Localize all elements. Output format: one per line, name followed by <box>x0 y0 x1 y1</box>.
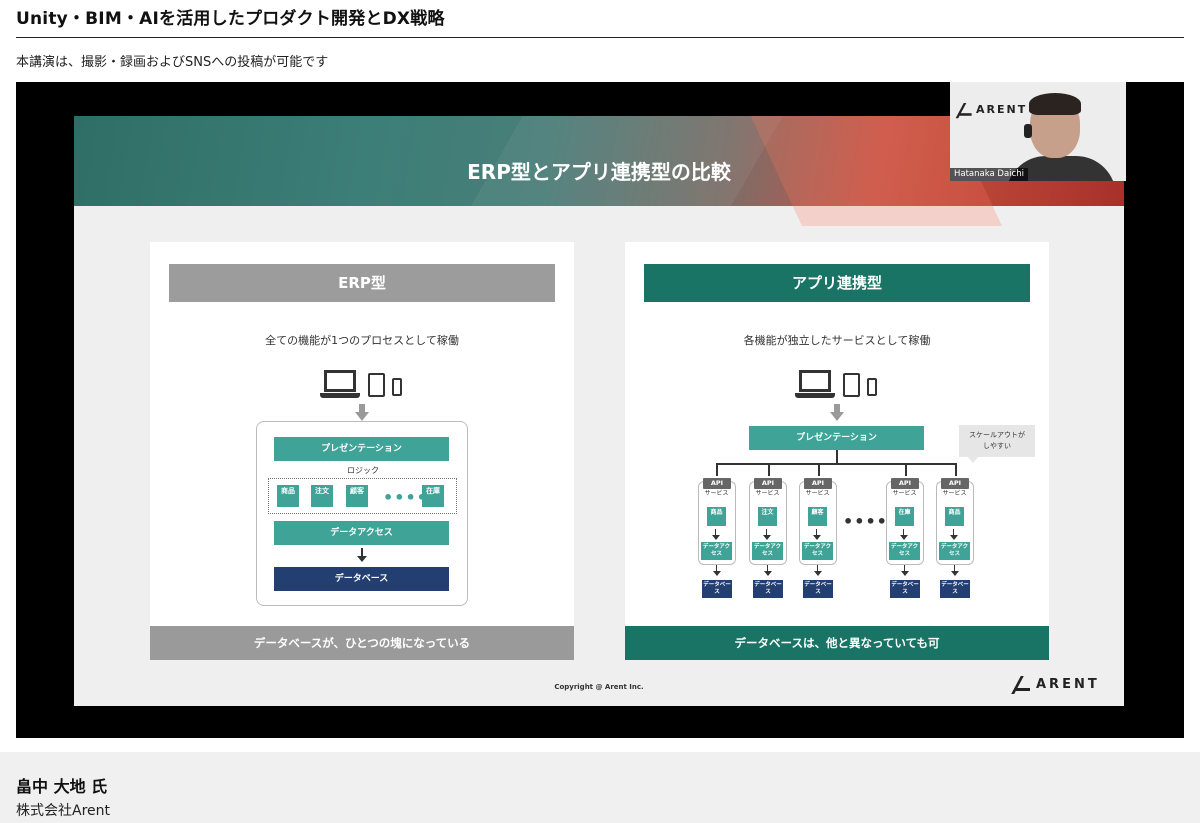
service-label: サービス <box>805 490 830 497</box>
api-label: API <box>754 478 782 489</box>
speaker-camera-feed: ARENT Hatanaka Daichi <box>950 82 1126 181</box>
arent-logo-icon <box>958 103 972 117</box>
arrow-down-icon <box>814 565 822 579</box>
service-product: API サービス 商品 データアクセス <box>698 478 736 565</box>
erp-heading: ERP型 <box>169 264 555 302</box>
service-database: データベース <box>803 580 833 598</box>
service-database: データベース <box>940 580 970 598</box>
arrow-down-icon <box>813 529 821 541</box>
tablet-icon <box>368 373 385 397</box>
service-label: サービス <box>704 490 729 497</box>
video-player[interactable]: ERP型とアプリ連携型の比較 ERP型 全ての機能が1つのプロセスとして稼働 プ… <box>16 82 1184 738</box>
service-data-access: データアクセス <box>889 542 920 560</box>
arent-logo-text: ARENT <box>1036 677 1100 692</box>
service-inventory: API サービス 在庫 データアクセス <box>886 478 924 565</box>
app-integration-panel: アプリ連携型 各機能が独立したサービスとして稼働 プレゼンテーション スケールア… <box>625 242 1049 660</box>
api-label: API <box>804 478 832 489</box>
arrow-down-icon <box>830 404 844 422</box>
speaker-name: 畠中 大地 氏 <box>16 777 108 796</box>
service-label: サービス <box>942 490 967 497</box>
arrow-down-icon <box>357 548 367 562</box>
erp-module-product: 商品 <box>277 485 299 507</box>
phone-icon <box>392 378 402 396</box>
speaker-info-bar: 畠中 大地 氏 株式会社Arent <box>0 752 1200 823</box>
app-footer: データベースは、他と異なっていても可 <box>625 626 1049 660</box>
erp-data-access-bar: データアクセス <box>274 521 449 545</box>
speaker-organization: 株式会社Arent <box>16 803 111 819</box>
title-divider <box>16 37 1184 38</box>
service-item: 商品 <box>945 507 964 526</box>
arrow-down-icon <box>713 565 721 579</box>
erp-module-order: 注文 <box>311 485 333 507</box>
headset-icon <box>1024 124 1032 138</box>
service-order: API サービス 注文 データアクセス <box>749 478 787 565</box>
service-item: 注文 <box>758 507 777 526</box>
erp-logic-label: ロジック <box>347 466 379 475</box>
phone-icon <box>867 378 877 396</box>
erp-footer: データベースが、ひとつの塊になっている <box>150 626 574 660</box>
service-customer: API サービス 顧客 データアクセス <box>799 478 837 565</box>
arrow-down-icon <box>712 529 720 541</box>
arrow-down-icon <box>355 404 369 422</box>
erp-module-inventory: 在庫 <box>422 485 444 507</box>
service-database: データベース <box>702 580 732 598</box>
service-data-access: データアクセス <box>939 542 970 560</box>
service-database: データベース <box>753 580 783 598</box>
api-label: API <box>703 478 731 489</box>
service-data-access: データアクセス <box>802 542 833 560</box>
presentation-slide: ERP型とアプリ連携型の比較 ERP型 全ての機能が1つのプロセスとして稼働 プ… <box>74 116 1124 706</box>
connector-line <box>716 463 956 465</box>
laptop-icon <box>795 370 835 400</box>
erp-monolith-box: プレゼンテーション ロジック 商品 注文 顧客 •••• 在庫 データアクセス … <box>256 421 468 606</box>
arrow-down-icon <box>951 565 959 579</box>
arrow-down-icon <box>901 565 909 579</box>
app-heading: アプリ連携型 <box>644 264 1030 302</box>
api-label: API <box>941 478 969 489</box>
app-subtitle: 各機能が独立したサービスとして稼働 <box>743 334 931 347</box>
recording-notice: 本講演は、撮影・録画およびSNSへの投稿が可能です <box>16 55 329 70</box>
slide-copyright: Copyright @ Arent Inc. <box>554 683 644 691</box>
api-label: API <box>891 478 919 489</box>
arrow-down-icon <box>950 529 958 541</box>
service-label: サービス <box>755 490 780 497</box>
service-item: 商品 <box>707 507 726 526</box>
arrow-down-icon <box>763 529 771 541</box>
app-presentation-bar: プレゼンテーション <box>749 426 924 450</box>
erp-module-customer: 顧客 <box>346 485 368 507</box>
service-data-access: データアクセス <box>701 542 732 560</box>
service-product-2: API サービス 商品 データアクセス <box>936 478 974 565</box>
arent-logo-text: ARENT <box>976 103 1028 116</box>
scale-out-callout-text: スケールアウトが しやすい <box>969 431 1025 450</box>
connector-line <box>836 450 838 464</box>
service-item: 在庫 <box>895 507 914 526</box>
tablet-icon <box>843 373 860 397</box>
arent-logo-icon <box>1014 676 1030 692</box>
laptop-icon <box>320 370 360 400</box>
service-item: 顧客 <box>808 507 827 526</box>
service-label: サービス <box>892 490 917 497</box>
arrow-down-icon <box>764 565 772 579</box>
scale-out-callout: スケールアウトが しやすい <box>959 425 1035 463</box>
erp-subtitle: 全ての機能が1つのプロセスとして稼働 <box>265 334 459 347</box>
speaker-name-tag: Hatanaka Daichi <box>950 168 1028 181</box>
erp-database-bar: データベース <box>274 567 449 591</box>
arrow-down-icon <box>900 529 908 541</box>
erp-logic-frame: 商品 注文 顧客 •••• 在庫 <box>268 478 457 514</box>
page-title: Unity・BIM・AIを活用したプロダクト開発とDX戦略 <box>16 9 445 29</box>
erp-presentation-bar: プレゼンテーション <box>274 437 449 461</box>
service-database: データベース <box>890 580 920 598</box>
service-data-access: データアクセス <box>752 542 783 560</box>
erp-panel: ERP型 全ての機能が1つのプロセスとして稼働 プレゼンテーション ロジック 商… <box>150 242 574 660</box>
